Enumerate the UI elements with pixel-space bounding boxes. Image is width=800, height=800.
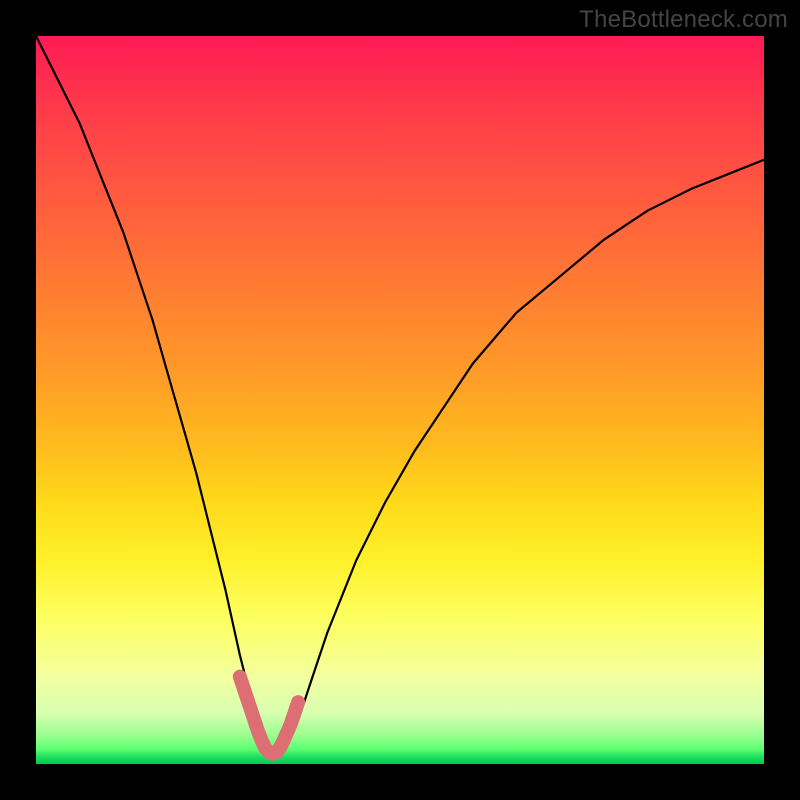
valley-highlight — [240, 677, 298, 754]
plot-area — [36, 36, 764, 764]
curve-layer — [36, 36, 764, 764]
bottleneck-curve — [36, 36, 764, 757]
watermark-text: TheBottleneck.com — [579, 6, 788, 34]
chart-frame: TheBottleneck.com — [0, 0, 800, 800]
